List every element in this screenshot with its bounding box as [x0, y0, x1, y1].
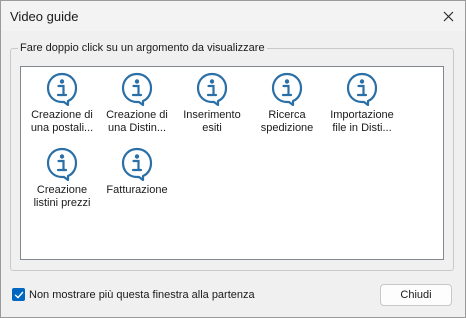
- topic-label-line2: file in Disti...: [332, 122, 392, 134]
- info-bubble-icon: [46, 72, 78, 106]
- topic-label-line1: Inserimento: [183, 109, 241, 121]
- topics-list[interactable]: Creazione di una postali... Creazione di…: [20, 66, 444, 260]
- close-button[interactable]: Chiudi: [380, 284, 452, 306]
- info-bubble-icon: [46, 147, 78, 181]
- dont-show-again-checkbox[interactable]: [12, 288, 25, 301]
- topic-item[interactable]: Inserimento esiti: [177, 72, 247, 135]
- topic-item[interactable]: Creazione di una Distin...: [102, 72, 172, 135]
- topic-label-line1: Creazione di: [106, 109, 168, 121]
- topic-label-line2: una postali...: [30, 122, 94, 134]
- topic-label-line2: spedizione: [260, 122, 314, 134]
- checkmark-icon: [14, 291, 23, 298]
- dont-show-again-label: Non mostrare più questa finestra alla pa…: [29, 288, 255, 301]
- title-bar: Video guide: [1, 1, 465, 31]
- topic-item[interactable]: Creazione listini prezzi: [27, 147, 97, 210]
- topic-item[interactable]: Importazione file in Disti...: [327, 72, 397, 135]
- topic-label-line1: Creazione: [36, 184, 88, 196]
- topic-label-line2: listini prezzi: [33, 197, 91, 209]
- topic-label-line2: esiti: [202, 122, 222, 134]
- group-label: Fare doppio click su un argomento da vis…: [18, 42, 267, 54]
- info-bubble-icon: [271, 72, 303, 106]
- topic-item[interactable]: Fatturazione: [102, 147, 172, 197]
- topic-label-line1: Creazione di: [31, 109, 93, 121]
- window-title: Video guide: [10, 9, 79, 24]
- close-window-button[interactable]: [439, 7, 457, 25]
- dont-show-again-option[interactable]: Non mostrare più questa finestra alla pa…: [12, 288, 255, 301]
- topic-label-line1: Importazione: [330, 109, 394, 121]
- topic-label-line2: una Distin...: [107, 122, 167, 134]
- close-icon: [443, 11, 453, 21]
- topic-label-line1: Fatturazione: [106, 184, 168, 196]
- info-bubble-icon: [346, 72, 378, 106]
- info-bubble-icon: [121, 147, 153, 181]
- topic-item[interactable]: Ricerca spedizione: [252, 72, 322, 135]
- topic-label-line1: Ricerca: [268, 109, 306, 121]
- info-bubble-icon: [121, 72, 153, 106]
- topic-item[interactable]: Creazione di una postali...: [27, 72, 97, 135]
- info-bubble-icon: [196, 72, 228, 106]
